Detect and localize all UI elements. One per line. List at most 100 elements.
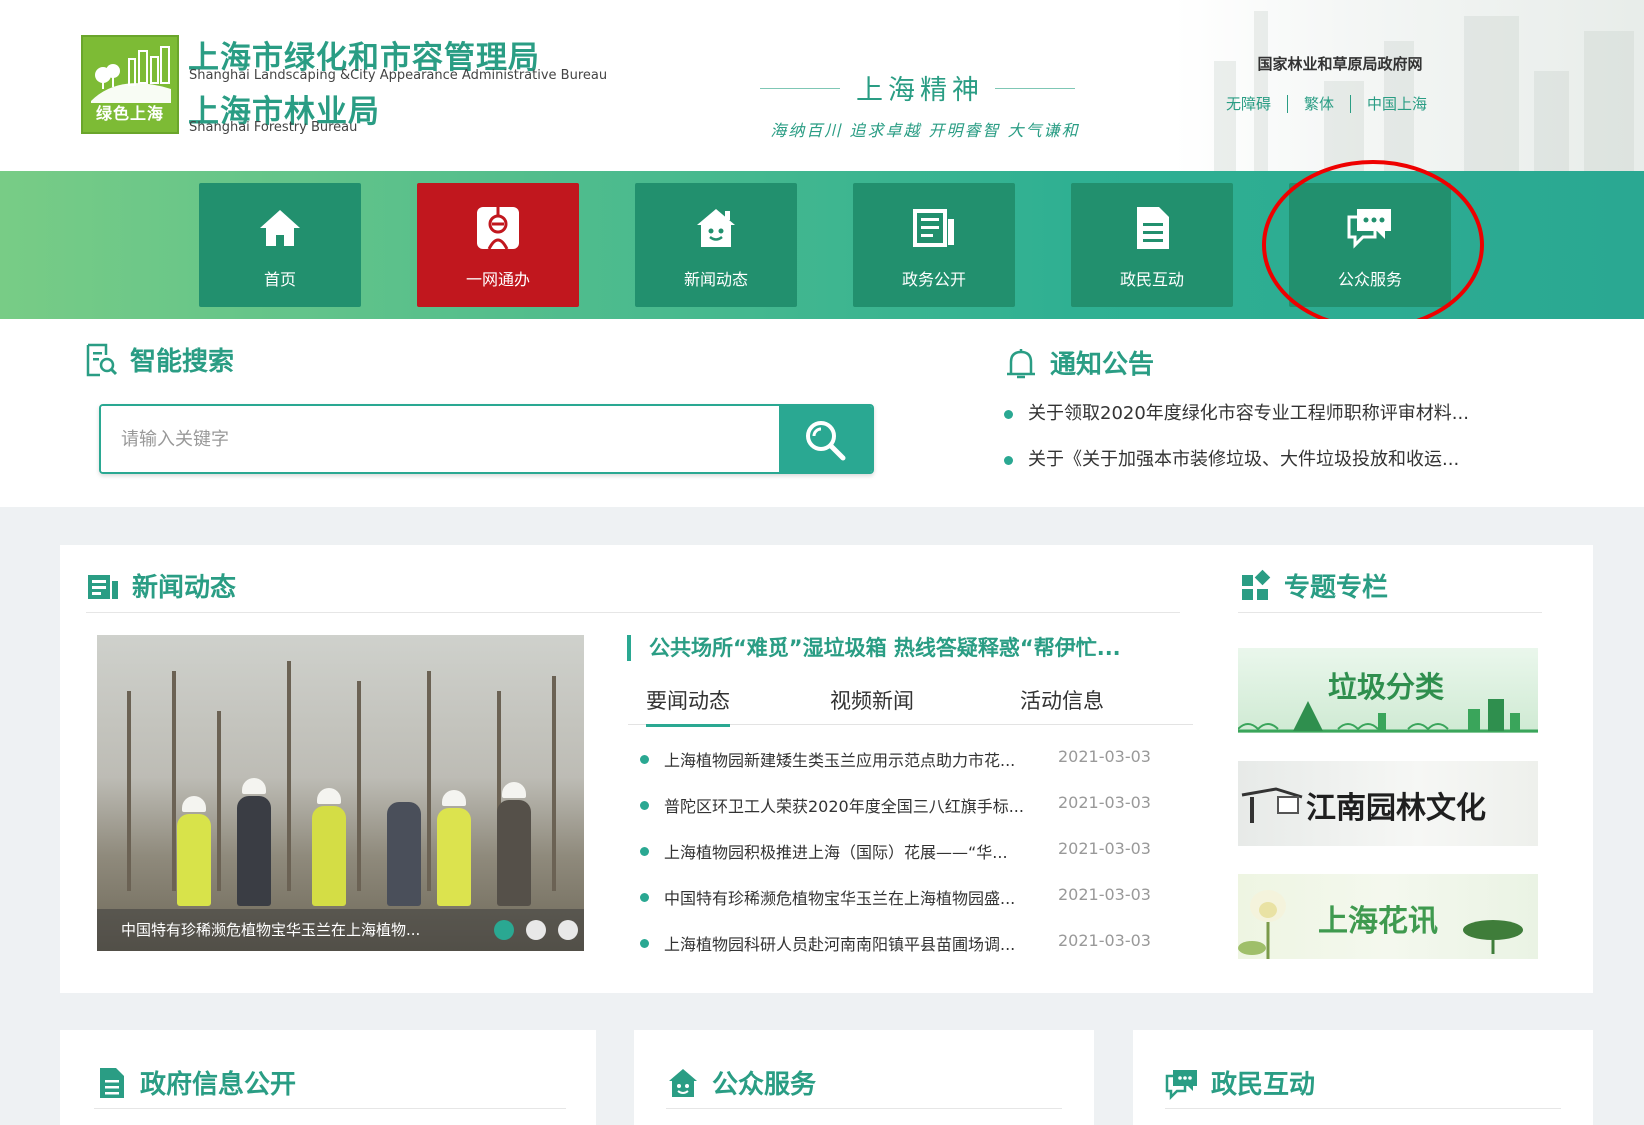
news-item-date: 2021-03-03: [1058, 793, 1151, 812]
interaction-title-text: 政民互动: [1211, 1070, 1316, 1100]
org-name-en-primary: Shanghai Landscaping &City Appearance Ad…: [189, 68, 608, 83]
search-button[interactable]: [779, 406, 872, 472]
nav-item-one-network[interactable]: 一网通办: [417, 183, 579, 307]
site-header: 绿色上海 上海市绿化和市容管理局 Shanghai Landscaping &C…: [0, 0, 1644, 171]
carousel-dots: [494, 920, 578, 940]
news-item-title[interactable]: 上海植物园新建矮生类玉兰应用示范点助力市花...: [664, 747, 1050, 771]
topic-banner-title: 江南园林文化: [1306, 791, 1486, 826]
nav-item-news[interactable]: 新闻动态: [635, 183, 797, 307]
news-item-date: 2021-03-03: [1058, 747, 1151, 766]
card-divider: [666, 1108, 1062, 1109]
news-list: 上海植物园新建矮生类玉兰应用示范点助力市花... 2021-03-03 普陀区环卫…: [640, 747, 1210, 977]
public-service-card: 公众服务: [634, 1030, 1094, 1125]
magnifier-icon: [806, 421, 846, 461]
card-divider: [94, 1108, 566, 1109]
search-notice-band: 智能搜索 通知公告 关于领取2020年度绿化市容专业工程师职称评审材料... 关…: [0, 319, 1644, 507]
lotus-flower-icon: [1238, 890, 1286, 959]
news-card: 新闻动态 中国特有珍稀濒危植物宝华玉兰在上海植物... 公共场所“难觅”湿垃圾箱…: [60, 545, 1593, 993]
nav-item-label: 政民互动: [1119, 270, 1184, 289]
topic-banner-title: 上海花讯: [1318, 904, 1438, 939]
search-document-icon: [86, 343, 118, 376]
china-shanghai-link[interactable]: 中国上海: [1351, 93, 1443, 114]
forestry-gov-link[interactable]: 国家林业和草原局政府网: [1230, 53, 1450, 74]
topic-banner-garbage-sorting[interactable]: 垃圾分类: [1238, 648, 1538, 733]
search-box: [99, 404, 874, 474]
nav-item-label: 政务公开: [901, 270, 966, 289]
topic-banner-shanghai-flowers[interactable]: 上海花讯: [1238, 874, 1538, 959]
nav-item-interaction[interactable]: 政民互动: [1071, 183, 1233, 307]
one-network-icon: [477, 207, 519, 250]
nav-item-label: 一网通办: [465, 270, 530, 289]
news-tabs: 要闻动态 视频新闻 活动信息: [628, 675, 1193, 727]
document-icon: [100, 1067, 124, 1098]
news-item-title[interactable]: 中国特有珍稀濒危植物宝华玉兰在上海植物园盛...: [664, 885, 1050, 909]
notice-title-text: 通知公告: [1050, 350, 1155, 380]
news-section-title: 新闻动态: [86, 567, 236, 604]
document-list-icon: [913, 209, 954, 247]
news-divider: [86, 612, 1180, 613]
search-title-text: 智能搜索: [130, 347, 235, 377]
traditional-chinese-link[interactable]: 繁体: [1288, 93, 1350, 114]
news-list-item[interactable]: 中国特有珍稀濒危植物宝华玉兰在上海植物园盛... 2021-03-03: [640, 885, 1210, 931]
skyline-background: [1174, 0, 1644, 171]
org-name-en-secondary: Shanghai Forestry Bureau: [189, 120, 358, 135]
nav-item-gov-affairs[interactable]: 政务公开: [853, 183, 1015, 307]
logo-text: 绿色上海: [95, 104, 164, 123]
main-nav: 首页 一网通办 新闻动态 政务公开 政民互动 公众服务: [0, 171, 1644, 319]
interaction-section-title: 政民互动: [1165, 1064, 1315, 1101]
utility-links: 无障碍 繁体 中国上海: [1210, 93, 1443, 114]
tab-video-news[interactable]: 视频新闻: [830, 685, 914, 715]
notice-list: 关于领取2020年度绿化市容专业工程师职称评审材料... 关于《关于加强本市装修…: [1004, 402, 1524, 494]
site-logo[interactable]: 绿色上海: [81, 35, 179, 134]
lotus-leaf-icon: [1463, 920, 1523, 954]
spirit-motto: 海纳百川 追求卓越 开明睿智 大气谦和: [770, 121, 1080, 140]
topic-banner-jiangnan-gardens[interactable]: 江南园林文化: [1238, 761, 1538, 846]
newspaper-icon: [88, 574, 118, 599]
topics-section-title: 专题专栏: [1238, 567, 1388, 604]
nav-item-public-service[interactable]: 公众服务: [1289, 183, 1451, 307]
nav-item-label: 首页: [263, 270, 296, 289]
gov-info-section-title: 政府信息公开: [94, 1064, 296, 1101]
news-list-item[interactable]: 上海植物园科研人员赴河南南阳镇平县苗圃场调... 2021-03-03: [640, 931, 1210, 977]
nav-item-home[interactable]: 首页: [199, 183, 361, 307]
notice-item[interactable]: 关于《关于加强本市装修垃圾、大件垃圾投放和收运...: [1004, 448, 1524, 494]
gov-info-card: 政府信息公开: [60, 1030, 596, 1125]
topics-divider: [1238, 612, 1542, 613]
news-item-date: 2021-03-03: [1058, 885, 1151, 904]
news-item-title[interactable]: 上海植物园科研人员赴河南南阳镇平县苗圃场调...: [664, 931, 1050, 955]
news-item-date: 2021-03-03: [1058, 839, 1151, 858]
search-section-title: 智能搜索: [84, 341, 234, 378]
news-list-item[interactable]: 上海植物园积极推进上海（国际）花展——“华... 2021-03-03: [640, 839, 1210, 885]
chat-bubble-icon: [1347, 209, 1391, 249]
card-divider: [1165, 1108, 1561, 1109]
interaction-card: 政民互动: [1133, 1030, 1593, 1125]
carousel-dot[interactable]: [526, 920, 546, 940]
news-title-text: 新闻动态: [132, 573, 237, 603]
grid-tiles-icon: [1242, 569, 1271, 600]
news-item-title[interactable]: 上海植物园积极推进上海（国际）花展——“华...: [664, 839, 1050, 863]
file-icon: [1137, 207, 1169, 249]
home-icon: [260, 210, 300, 246]
search-input[interactable]: [101, 406, 781, 472]
topics-title-text: 专题专栏: [1284, 573, 1389, 603]
news-headline[interactable]: 公共场所“难觅”湿垃圾箱 热线答疑释惑“帮伊忙...: [627, 635, 1147, 661]
tab-headlines[interactable]: 要闻动态: [646, 685, 730, 727]
notice-section-title: 通知公告: [1004, 344, 1154, 381]
topic-banner-title: 垃圾分类: [1328, 670, 1445, 704]
chat-bubble-icon: [1165, 1069, 1197, 1100]
news-list-item[interactable]: 普陀区环卫工人荣获2020年度全国三八红旗手标... 2021-03-03: [640, 793, 1210, 839]
pavilion-decoration-icon: [1241, 787, 1303, 823]
carousel-dot-active[interactable]: [494, 920, 514, 940]
news-item-title[interactable]: 普陀区环卫工人荣获2020年度全国三八红旗手标...: [664, 793, 1050, 817]
accessibility-link[interactable]: 无障碍: [1210, 93, 1287, 114]
tab-activities[interactable]: 活动信息: [1020, 685, 1104, 715]
news-carousel[interactable]: 中国特有珍稀濒危植物宝华玉兰在上海植物...: [97, 635, 584, 951]
gov-info-title-text: 政府信息公开: [140, 1070, 297, 1100]
notice-item[interactable]: 关于领取2020年度绿化市容专业工程师职称评审材料...: [1004, 402, 1524, 448]
news-house-icon: [697, 209, 735, 247]
city-green-logo-icon: [91, 46, 171, 103]
news-list-item[interactable]: 上海植物园新建矮生类玉兰应用示范点助力市花... 2021-03-03: [640, 747, 1210, 793]
spirit-divider-right: [995, 88, 1075, 89]
public-service-section-title: 公众服务: [666, 1064, 816, 1101]
carousel-dot[interactable]: [558, 920, 578, 940]
